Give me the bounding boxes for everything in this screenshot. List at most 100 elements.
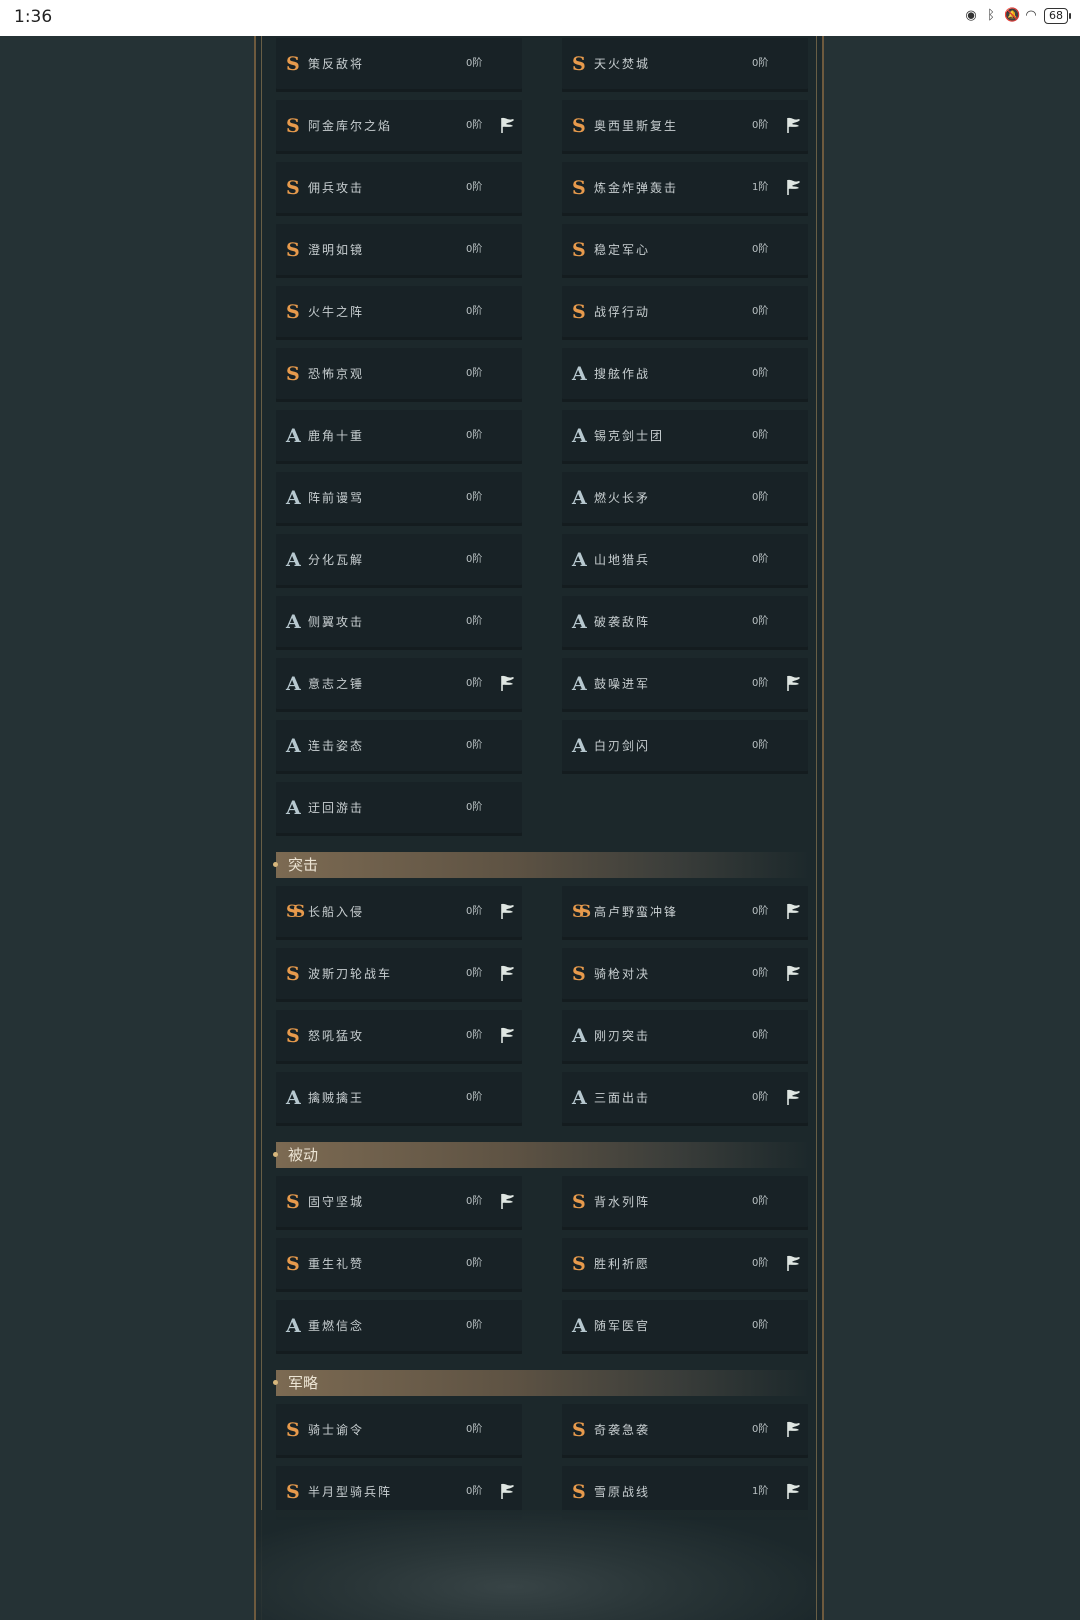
grade-badge: S (286, 1481, 300, 1503)
skill-card[interactable]: S 恐怖京观 0阶 (276, 348, 522, 402)
skill-card[interactable]: A 山地猎兵 0阶 (562, 534, 808, 588)
skill-card[interactable]: S 佣兵攻击 0阶 (276, 162, 522, 216)
skill-name: 搜舷作战 (594, 367, 651, 381)
grade-badge: S (286, 963, 300, 985)
skill-level: 0阶 (466, 306, 483, 317)
flag-icon[interactable] (498, 673, 518, 693)
grade-badge: S (286, 363, 300, 385)
skill-level: 0阶 (466, 368, 483, 379)
skill-level: 0阶 (752, 968, 769, 979)
skill-level: 0阶 (466, 58, 483, 69)
section-title: 军略 (288, 1374, 319, 1392)
skill-level: 0阶 (466, 182, 483, 193)
skill-card[interactable]: S 固守坚城 0阶 (276, 1176, 522, 1230)
skill-name: 半月型骑兵阵 (308, 1485, 393, 1499)
skill-card[interactable]: A 三面出击 0阶 (562, 1072, 808, 1126)
skill-card[interactable]: S 重生礼赞 0阶 (276, 1238, 522, 1292)
skill-name: 迂回游击 (308, 801, 365, 815)
grade-badge: A (572, 1315, 587, 1337)
grade-badge: A (572, 611, 587, 633)
flag-icon[interactable] (784, 673, 804, 693)
skill-card[interactable]: A 搜舷作战 0阶 (562, 348, 808, 402)
skill-name: 佣兵攻击 (308, 181, 365, 195)
flag-icon[interactable] (784, 1253, 804, 1273)
flag-icon[interactable] (784, 1419, 804, 1439)
skill-name: 重生礼赞 (308, 1257, 365, 1271)
bluetooth-icon: ᛒ (987, 8, 995, 23)
skill-card[interactable]: S 战俘行动 0阶 (562, 286, 808, 340)
skill-card[interactable]: S 骑士谕令 0阶 (276, 1404, 522, 1458)
flag-icon[interactable] (498, 115, 518, 135)
skill-card[interactable]: S 怒吼猛攻 0阶 (276, 1010, 522, 1064)
flag-icon[interactable] (784, 1087, 804, 1107)
skill-name: 波斯刀轮战车 (308, 967, 393, 981)
skill-card[interactable]: A 分化瓦解 0阶 (276, 534, 522, 588)
skill-card[interactable]: S 策反敌将 0阶 (276, 38, 522, 92)
flag-icon[interactable] (784, 901, 804, 921)
skill-level: 0阶 (466, 244, 483, 255)
flag-icon[interactable] (784, 963, 804, 983)
skill-card[interactable]: A 意志之锤 0阶 (276, 658, 522, 712)
grade-badge: A (286, 1315, 301, 1337)
skill-card[interactable]: S 阿金库尔之焰 0阶 (276, 100, 522, 154)
skill-card[interactable]: SS 长船入侵 0阶 (276, 886, 522, 940)
skill-card[interactable]: A 鹿角十重 0阶 (276, 410, 522, 464)
skill-name: 随军医官 (594, 1319, 651, 1333)
skill-card[interactable]: A 迂回游击 0阶 (276, 782, 522, 836)
skill-name: 阿金库尔之焰 (308, 119, 393, 133)
skill-name: 稳定军心 (594, 243, 651, 257)
skill-card[interactable]: S 奇袭急袭 0阶 (562, 1404, 808, 1458)
skill-card[interactable]: A 连击姿态 0阶 (276, 720, 522, 774)
skill-name: 白刃剑闪 (594, 739, 651, 753)
skill-card[interactable]: A 随军医官 0阶 (562, 1300, 808, 1354)
skill-card[interactable]: A 燃火长矛 0阶 (562, 472, 808, 526)
skill-level: 0阶 (752, 906, 769, 917)
skill-level: 0阶 (466, 1258, 483, 1269)
flag-icon[interactable] (784, 177, 804, 197)
skill-card[interactable]: A 阵前谩骂 0阶 (276, 472, 522, 526)
flag-icon[interactable] (498, 963, 518, 983)
skill-card[interactable]: A 白刃剑闪 0阶 (562, 720, 808, 774)
section-header: 军略 (273, 1370, 810, 1396)
skill-card[interactable]: A 侧翼攻击 0阶 (276, 596, 522, 650)
skill-card[interactable]: S 背水列阵 0阶 (562, 1176, 808, 1230)
section-bullet (273, 1152, 278, 1157)
skill-level: 0阶 (466, 968, 483, 979)
skill-card[interactable]: S 天火焚城 0阶 (562, 38, 808, 92)
skill-level: 0阶 (466, 678, 483, 689)
section-header: 被动 (273, 1142, 810, 1168)
skill-card[interactable]: S 稳定军心 0阶 (562, 224, 808, 278)
skill-card[interactable]: S 澄明如镜 0阶 (276, 224, 522, 278)
flag-icon[interactable] (498, 1025, 518, 1045)
skill-card[interactable]: A 重燃信念 0阶 (276, 1300, 522, 1354)
skill-card[interactable]: A 破袭敌阵 0阶 (562, 596, 808, 650)
skill-card[interactable]: S 胜利祈愿 0阶 (562, 1238, 808, 1292)
grade-badge: S (572, 1419, 586, 1441)
flag-icon[interactable] (498, 1191, 518, 1211)
skill-card[interactable]: A 锡克剑士团 0阶 (562, 410, 808, 464)
nfc-icon: ◉ (965, 8, 977, 23)
flag-icon[interactable] (498, 1481, 518, 1501)
skill-card[interactable]: S 骑枪对决 0阶 (562, 948, 808, 1002)
skill-card[interactable]: SS 高卢野蛮冲锋 0阶 (562, 886, 808, 940)
skill-name: 澄明如镜 (308, 243, 365, 257)
skill-card[interactable]: A 擒贼擒王 0阶 (276, 1072, 522, 1126)
flag-icon[interactable] (784, 1481, 804, 1501)
flag-icon[interactable] (498, 901, 518, 921)
skill-card[interactable]: S 波斯刀轮战车 0阶 (276, 948, 522, 1002)
skill-card[interactable]: A 鼓噪进军 0阶 (562, 658, 808, 712)
grade-badge: S (572, 1191, 586, 1213)
battery-icon: 68 (1044, 8, 1071, 24)
grade-badge: A (286, 425, 301, 447)
flag-icon[interactable] (784, 115, 804, 135)
skill-card[interactable]: S 奥西里斯复生 0阶 (562, 100, 808, 154)
grade-badge: S (572, 177, 586, 199)
skill-name: 雪原战线 (594, 1485, 651, 1499)
skill-card[interactable]: S 炼金炸弹轰击 1阶 (562, 162, 808, 216)
grade-badge: S (286, 1419, 300, 1441)
skill-list-panel[interactable]: S 策反敌将 0阶 S 天火焚城 0阶 S 阿金库尔之焰 0阶 S 奥西里斯复生 0阶 S 佣兵攻击 0阶 S… (254, 36, 824, 1620)
skill-card[interactable]: S 火牛之阵 0阶 (276, 286, 522, 340)
skill-name: 骑士谕令 (308, 1423, 365, 1437)
status-icons: ◉ ᛒ 🔕 ◠ 68 (964, 8, 1071, 24)
skill-card[interactable]: A 刚刃突击 0阶 (562, 1010, 808, 1064)
